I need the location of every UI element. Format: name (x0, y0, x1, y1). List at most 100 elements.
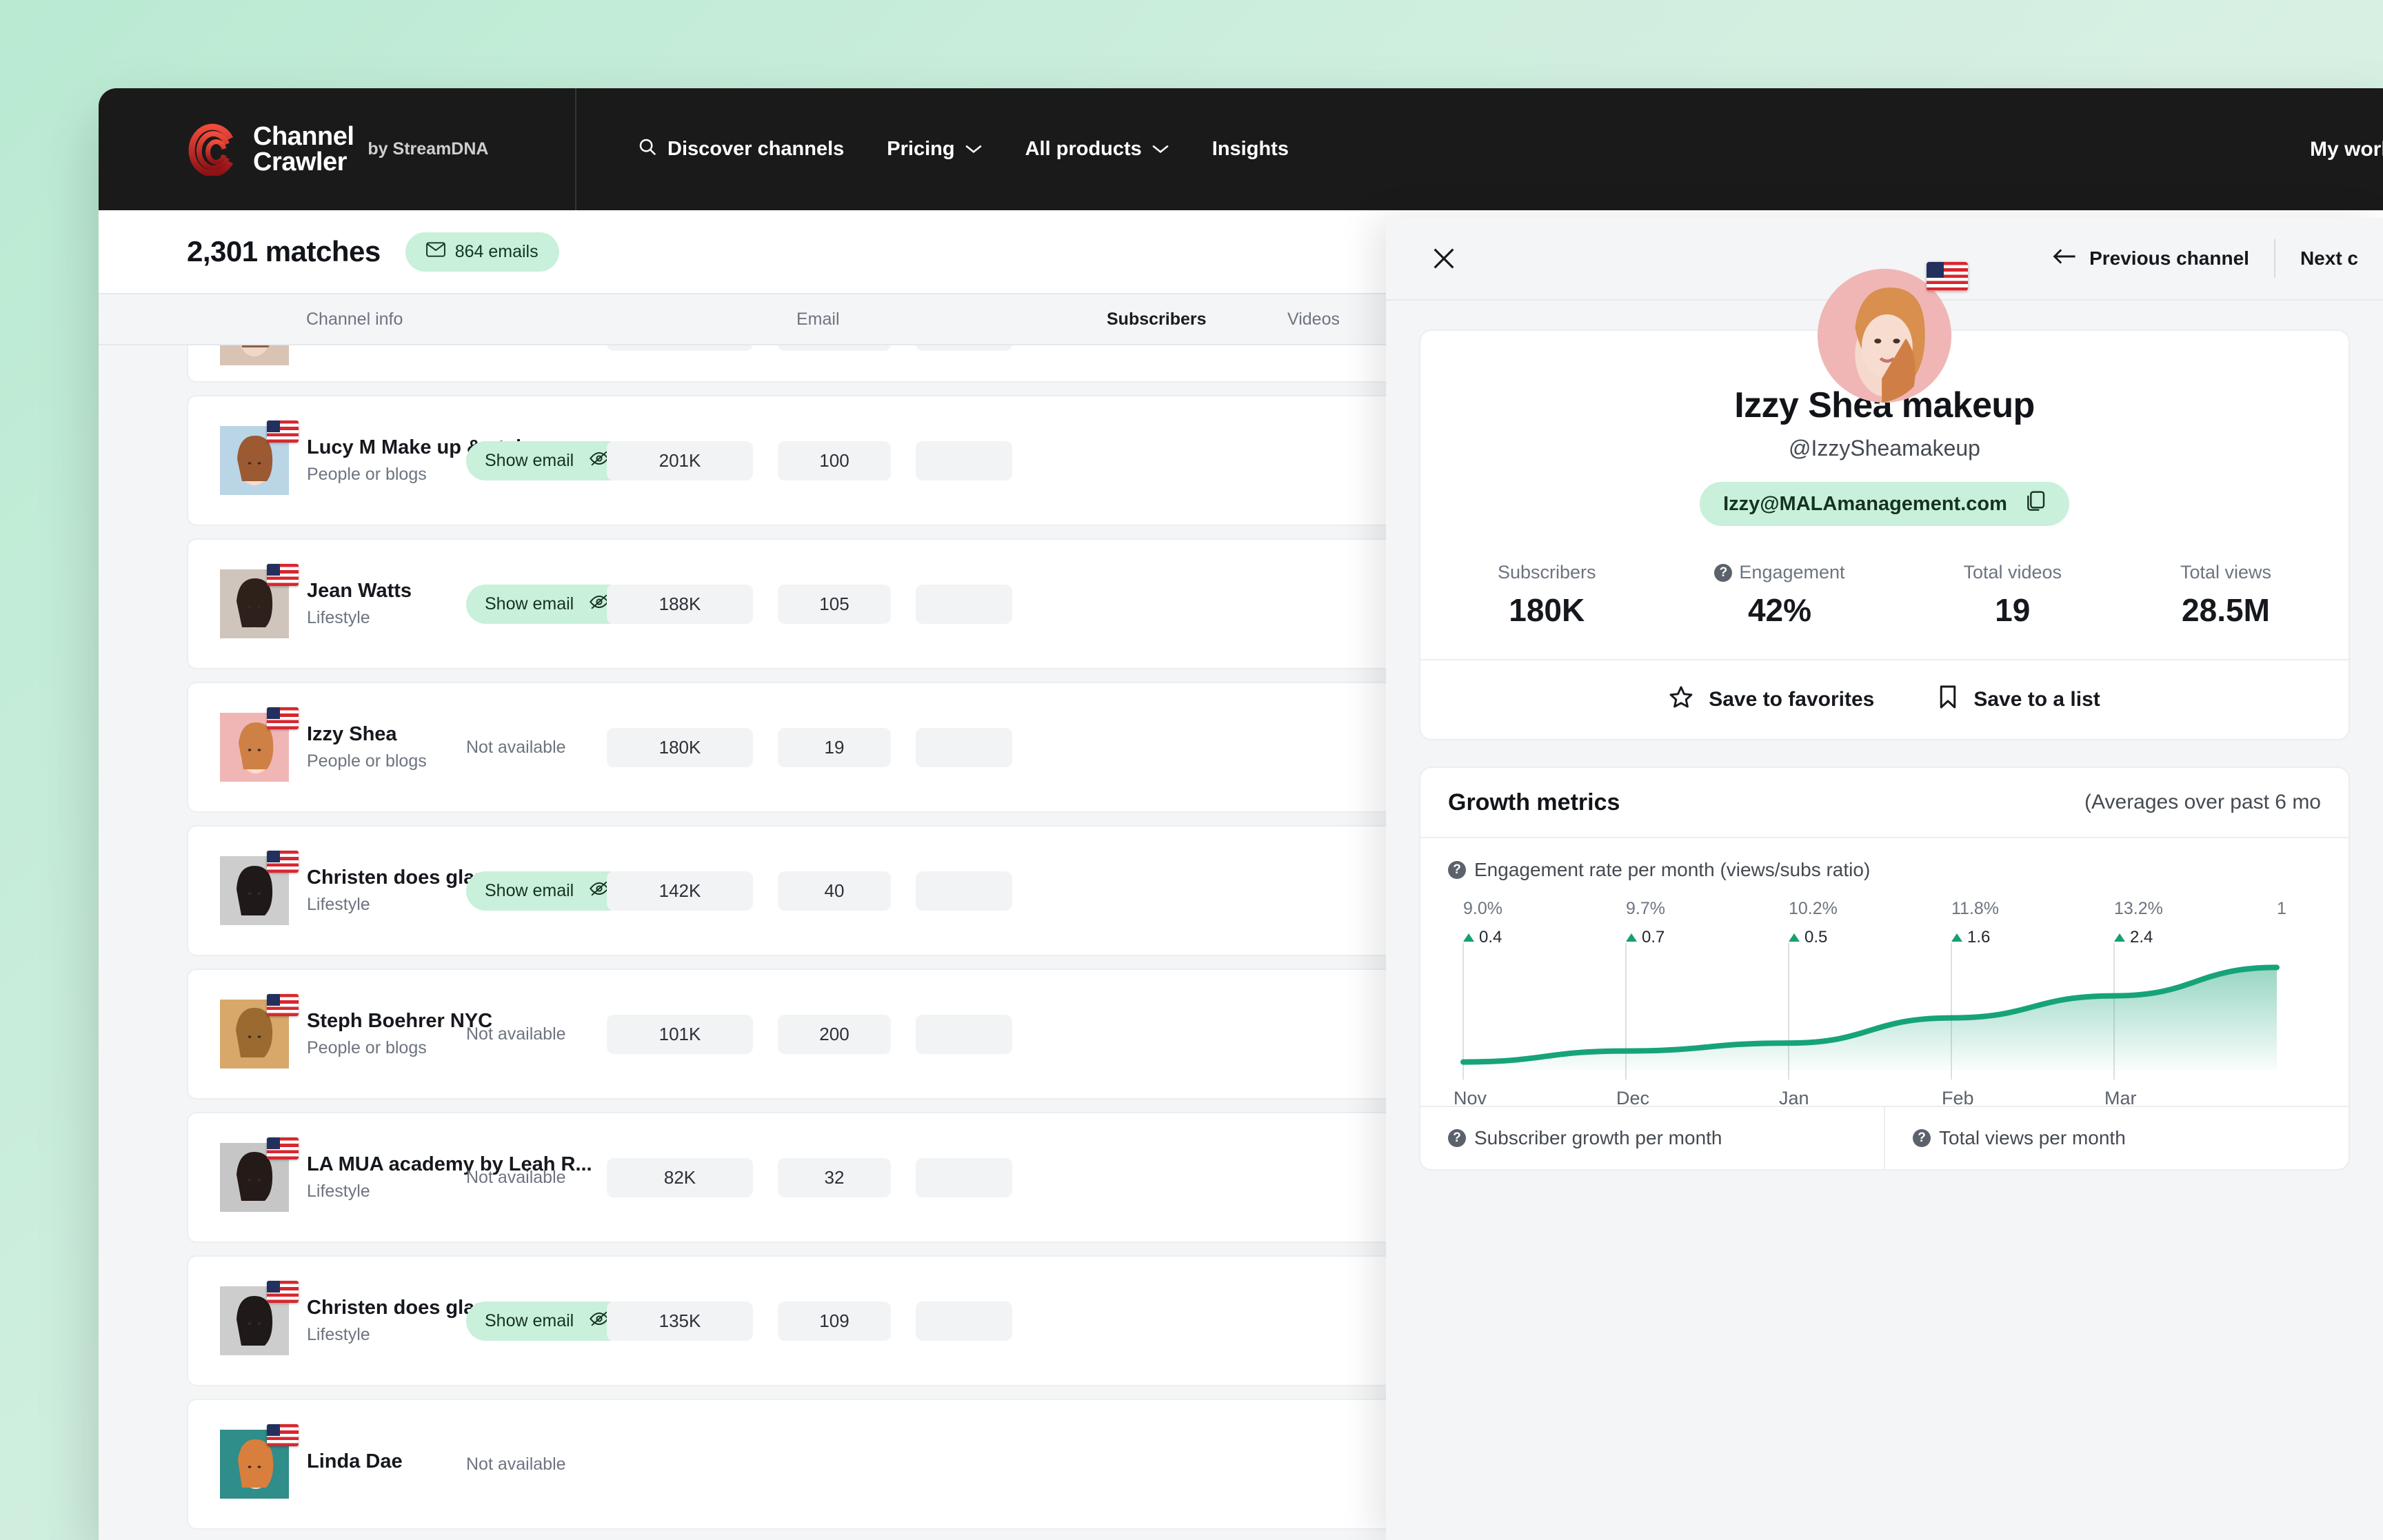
stat-total-videos: Total videos 19 (1963, 562, 2062, 629)
us-flag-icon (267, 1137, 299, 1159)
subscribers-cell: 201K (607, 440, 753, 480)
chart-delta-value: 0.7 (1642, 928, 1665, 946)
us-flag-icon (267, 994, 299, 1016)
growth-metrics-title: Growth metrics (1448, 789, 1620, 815)
bottom-metrics-row: ? Subscriber growth per month ? Total vi… (1420, 1106, 2349, 1169)
stat-value-total-videos: 19 (1995, 592, 2031, 628)
chart-point-label: 11.8% (1951, 899, 2000, 918)
column-header-videos[interactable]: Videos (1287, 310, 1340, 330)
column-header-email[interactable]: Email (796, 310, 840, 330)
nav-label-discover-channels: Discover channels (667, 138, 845, 160)
avatar (220, 345, 289, 368)
previous-channel-label: Previous channel (2089, 247, 2249, 269)
chart-point-delta: 1.6 (1951, 928, 1990, 947)
channel-category: People or blogs (307, 1038, 427, 1057)
channel-category: Lifestyle (307, 608, 370, 627)
videos-cell: 109 (778, 1301, 891, 1341)
show-email-button[interactable]: Show email (466, 440, 629, 480)
stat-label-subscribers: Subscribers (1497, 562, 1596, 582)
nav-right-group: My work (2300, 88, 2383, 210)
engagement-chart-block: ? Engagement rate per month (views/subs … (1420, 838, 2349, 1108)
chart-point-delta: 0.7 (1626, 928, 1665, 947)
extra-metric-cell (916, 584, 1012, 624)
channel-handle: @IzzySheamakeup (1789, 436, 1980, 460)
us-flag-icon (1927, 262, 1968, 291)
star-icon (1669, 685, 1693, 715)
channel-category: People or blogs (307, 751, 427, 771)
show-email-button[interactable]: Show email (466, 584, 629, 624)
save-to-list-button[interactable]: Save to a list (1938, 685, 2100, 715)
extra-metric-cell (916, 1157, 1012, 1197)
videos-cell: 200 (778, 1014, 891, 1054)
subscribers-cell: 101K (607, 1014, 753, 1054)
envelope-icon (425, 241, 445, 262)
top-navigation-bar: Channel Crawler by StreamDNA Discover ch… (99, 88, 2383, 210)
brand-logo-block[interactable]: Channel Crawler by StreamDNA (99, 88, 576, 210)
nav-item-discover-channels[interactable]: Discover channels (637, 136, 844, 163)
next-channel-button[interactable]: Next c (2275, 247, 2383, 270)
show-email-button[interactable]: Show email (466, 871, 629, 911)
avatar (220, 1000, 289, 1071)
chart-x-tick-label: Mar (2104, 1088, 2137, 1108)
total-views-metric[interactable]: ? Total views per month (1884, 1107, 2349, 1169)
us-flag-icon (267, 851, 299, 873)
us-flag-icon (267, 1424, 299, 1446)
show-email-label: Show email (485, 880, 574, 900)
triangle-up-icon (1789, 933, 1800, 942)
email-not-available: Not available (466, 1024, 566, 1044)
email-not-available: Not available (466, 1454, 566, 1474)
nav-item-all-products[interactable]: All products (1025, 138, 1169, 161)
column-header-subscribers[interactable]: Subscribers (1107, 310, 1207, 330)
show-email-label: Show email (485, 450, 574, 470)
chart-point-delta: 2.4 (2114, 928, 2153, 947)
channel-profile-card: Izzy Shea makeup @IzzySheamakeup Izzy@MA… (1419, 262, 2350, 740)
avatar (220, 1286, 289, 1358)
help-icon[interactable]: ? (1714, 563, 1733, 582)
chart-x-tick-label: Jan (1779, 1088, 1809, 1108)
help-icon[interactable]: ? (1913, 1129, 1931, 1147)
triangle-up-icon (2114, 933, 2125, 942)
nav-item-pricing[interactable]: Pricing (887, 138, 982, 161)
channel-email-copy-button[interactable]: Izzy@MALAmanagement.com (1700, 482, 2069, 526)
my-workspace-link[interactable]: My work (2310, 138, 2383, 161)
extra-metric-cell (916, 727, 1012, 767)
help-icon[interactable]: ? (1448, 1129, 1466, 1147)
chart-point-label: 9.0% (1463, 899, 1502, 918)
us-flag-icon (267, 564, 299, 586)
nav-item-insights[interactable]: Insights (1212, 138, 1289, 161)
brand-name-line1: Channel (253, 121, 354, 151)
subscriber-growth-metric[interactable]: ? Subscriber growth per month (1420, 1107, 1884, 1169)
avatar-wrap (220, 564, 299, 638)
show-email-button[interactable]: Show email (466, 1301, 629, 1341)
email-cell: Not available (466, 738, 566, 758)
arrow-left-icon (2052, 247, 2077, 271)
channel-name: Linda Dae (307, 1450, 403, 1472)
previous-channel-button[interactable]: Previous channel (2027, 247, 2274, 271)
avatar (220, 856, 289, 928)
us-flag-icon (267, 1281, 299, 1303)
copy-icon[interactable] (2025, 490, 2046, 518)
growth-metrics-card: Growth metrics (Averages over past 6 mo … (1419, 767, 2350, 1171)
stat-label-engagement: Engagement (1739, 562, 1845, 582)
help-icon[interactable]: ? (1448, 861, 1466, 879)
avatar-wrap (220, 1424, 299, 1499)
total-views-label: Total views per month (1939, 1127, 2126, 1148)
extra-metric-cell (916, 345, 1012, 351)
save-to-favorites-button[interactable]: Save to favorites (1669, 685, 1874, 715)
email-cell: Not available (466, 1455, 566, 1475)
chart-delta-value: 0.4 (1479, 928, 1502, 946)
videos-cell: 100 (778, 440, 891, 480)
column-header-channel-info[interactable]: Channel info (306, 310, 403, 330)
extra-metric-cell (916, 440, 1012, 480)
emails-badge-label: 864 emails (454, 241, 539, 261)
channel-info-cell: Jean Watts Lifestyle (307, 580, 412, 628)
subscribers-cell: 180K (607, 727, 753, 767)
nav-label-all-products: All products (1025, 138, 1142, 160)
avatar-wrap (220, 345, 289, 365)
us-flag-icon (267, 707, 299, 729)
chart-x-tick-label: Feb (1942, 1088, 1974, 1108)
close-icon[interactable] (1429, 243, 1459, 274)
show-email-label: Show email (485, 1310, 574, 1330)
extra-metric-cell (916, 871, 1012, 911)
chart-point-label: 13.2% (2114, 899, 2163, 918)
